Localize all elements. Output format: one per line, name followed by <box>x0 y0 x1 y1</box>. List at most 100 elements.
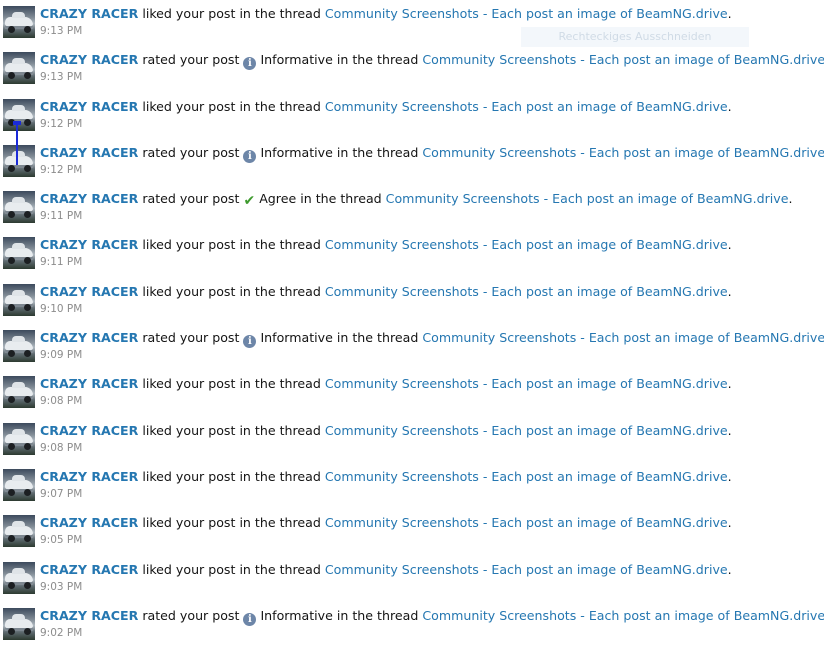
thread-link[interactable]: Community Screenshots - Each post an ima… <box>325 237 728 252</box>
user-avatar[interactable] <box>3 52 35 85</box>
info-icon: i <box>243 149 257 163</box>
alert-text: CRAZY RACER liked your post in the threa… <box>40 515 732 531</box>
username-link[interactable]: CRAZY RACER <box>40 469 138 484</box>
user-avatar[interactable] <box>3 283 35 316</box>
alert-text: CRAZY RACER liked your post in the threa… <box>40 283 732 299</box>
car-wheel <box>8 164 15 172</box>
user-avatar[interactable] <box>3 144 35 177</box>
user-avatar[interactable] <box>3 561 35 594</box>
username-link[interactable]: CRAZY RACER <box>40 6 138 21</box>
alert-action: rated your post <box>142 330 240 346</box>
alert-action: liked your post in the thread <box>142 422 321 438</box>
car-wheel <box>24 257 31 265</box>
car-wheel <box>24 396 31 404</box>
car-wheel <box>8 257 15 265</box>
thread-link[interactable]: Community Screenshots - Each post an ima… <box>422 52 824 67</box>
alert-item: CRAZY RACER rated your post i Informative… <box>0 606 824 652</box>
alert-action: liked your post in the thread <box>142 98 321 114</box>
alert-text: CRAZY RACER rated your post i Informative… <box>40 51 824 71</box>
car-wheel <box>24 627 31 635</box>
thread-link[interactable]: Community Screenshots - Each post an ima… <box>325 562 728 577</box>
alert-action-suffix: in the thread <box>300 191 382 207</box>
alert-text: CRAZY RACER rated your post i Informative… <box>40 329 824 349</box>
thread-link[interactable]: Community Screenshots - Each post an ima… <box>325 515 728 530</box>
alert-list: CRAZY RACER liked your post in the threa… <box>0 4 824 652</box>
username-link[interactable]: CRAZY RACER <box>40 191 138 206</box>
user-avatar[interactable] <box>3 330 35 363</box>
username-link[interactable]: CRAZY RACER <box>40 562 138 577</box>
user-avatar[interactable] <box>3 468 35 501</box>
user-avatar[interactable] <box>3 607 35 640</box>
car-wheel <box>8 211 15 219</box>
thread-link[interactable]: Community Screenshots - Each post an ima… <box>325 99 728 114</box>
username-link[interactable]: CRAZY RACER <box>40 145 138 160</box>
user-avatar[interactable] <box>3 515 35 548</box>
alert-text: CRAZY RACER liked your post in the threa… <box>40 468 732 484</box>
thread-link[interactable]: Community Screenshots - Each post an ima… <box>325 376 728 391</box>
user-avatar[interactable] <box>3 6 35 38</box>
alert-action: liked your post in the thread <box>142 561 321 577</box>
info-icon: i <box>243 57 257 71</box>
thread-link[interactable]: Community Screenshots - Each post an ima… <box>325 469 728 484</box>
alert-text: CRAZY RACER rated your post ✔ Agree in th… <box>40 191 793 210</box>
thread-link[interactable]: Community Screenshots - Each post an ima… <box>422 330 824 345</box>
user-avatar[interactable] <box>3 191 35 224</box>
alert-time: 9:11 PM <box>40 210 83 223</box>
username-link[interactable]: CRAZY RACER <box>40 608 138 623</box>
car-wheel <box>24 26 31 33</box>
alert-time: 9:12 PM <box>40 117 83 130</box>
user-avatar[interactable] <box>3 98 35 131</box>
car-wheel <box>24 211 31 219</box>
alert-action-suffix: in the thread <box>336 607 419 623</box>
alert-text: CRAZY RACER liked your post in the threa… <box>40 98 732 114</box>
alert-time: 9:08 PM <box>40 395 83 408</box>
alert-time: 9:08 PM <box>40 441 83 454</box>
car-wheel <box>8 535 15 543</box>
info-icon: i <box>243 612 257 626</box>
car-wheel <box>24 164 31 172</box>
car-wheel <box>8 627 15 635</box>
username-link[interactable]: CRAZY RACER <box>40 99 138 114</box>
car-wheel <box>8 488 15 496</box>
thread-link[interactable]: Community Screenshots - Each post an ima… <box>325 6 728 21</box>
car-wheel <box>8 26 15 33</box>
car-wheel <box>8 72 15 80</box>
alert-action: rated your post <box>142 191 240 207</box>
thread-link[interactable]: Community Screenshots - Each post an ima… <box>386 191 789 206</box>
thread-link[interactable]: Community Screenshots - Each post an ima… <box>325 284 728 299</box>
rating-label: Informative <box>260 330 333 346</box>
alert-item: CRAZY RACER rated your post ✔ Agree in th… <box>0 189 824 235</box>
user-avatar[interactable] <box>3 237 35 270</box>
username-link[interactable]: CRAZY RACER <box>40 376 138 391</box>
alert-item: CRAZY RACER liked your post in the threa… <box>0 374 824 420</box>
alert-text: CRAZY RACER liked your post in the threa… <box>40 422 732 438</box>
car-wheel <box>24 581 31 589</box>
username-link[interactable]: CRAZY RACER <box>40 237 138 252</box>
alert-text: CRAZY RACER liked your post in the threa… <box>40 237 732 253</box>
alert-action: liked your post in the thread <box>142 468 321 484</box>
rating-label: Informative <box>260 607 333 623</box>
username-link[interactable]: CRAZY RACER <box>40 52 138 67</box>
alert-action: liked your post in the thread <box>142 376 321 392</box>
username-link[interactable]: CRAZY RACER <box>40 423 138 438</box>
thread-link[interactable]: Community Screenshots - Each post an ima… <box>422 145 824 160</box>
car-wheel <box>8 396 15 404</box>
username-link[interactable]: CRAZY RACER <box>40 515 138 530</box>
car-wheel <box>24 72 31 80</box>
alert-action: rated your post <box>142 52 240 68</box>
thread-link[interactable]: Community Screenshots - Each post an ima… <box>422 608 824 623</box>
alert-text: CRAZY RACER liked your post in the threa… <box>40 376 732 392</box>
alert-time: 9:13 PM <box>40 25 83 37</box>
alert-time: 9:03 PM <box>40 580 83 593</box>
user-avatar[interactable] <box>3 422 35 455</box>
alert-item: CRAZY RACER liked your post in the threa… <box>0 4 824 50</box>
check-icon: ✔ <box>243 193 256 210</box>
alert-time: 9:13 PM <box>40 71 83 84</box>
user-avatar[interactable] <box>3 376 35 409</box>
thread-link[interactable]: Community Screenshots - Each post an ima… <box>325 423 728 438</box>
alert-time: 9:12 PM <box>40 163 83 176</box>
car-wheel <box>24 535 31 543</box>
username-link[interactable]: CRAZY RACER <box>40 330 138 345</box>
alert-time: 9:05 PM <box>40 534 83 547</box>
username-link[interactable]: CRAZY RACER <box>40 284 138 299</box>
